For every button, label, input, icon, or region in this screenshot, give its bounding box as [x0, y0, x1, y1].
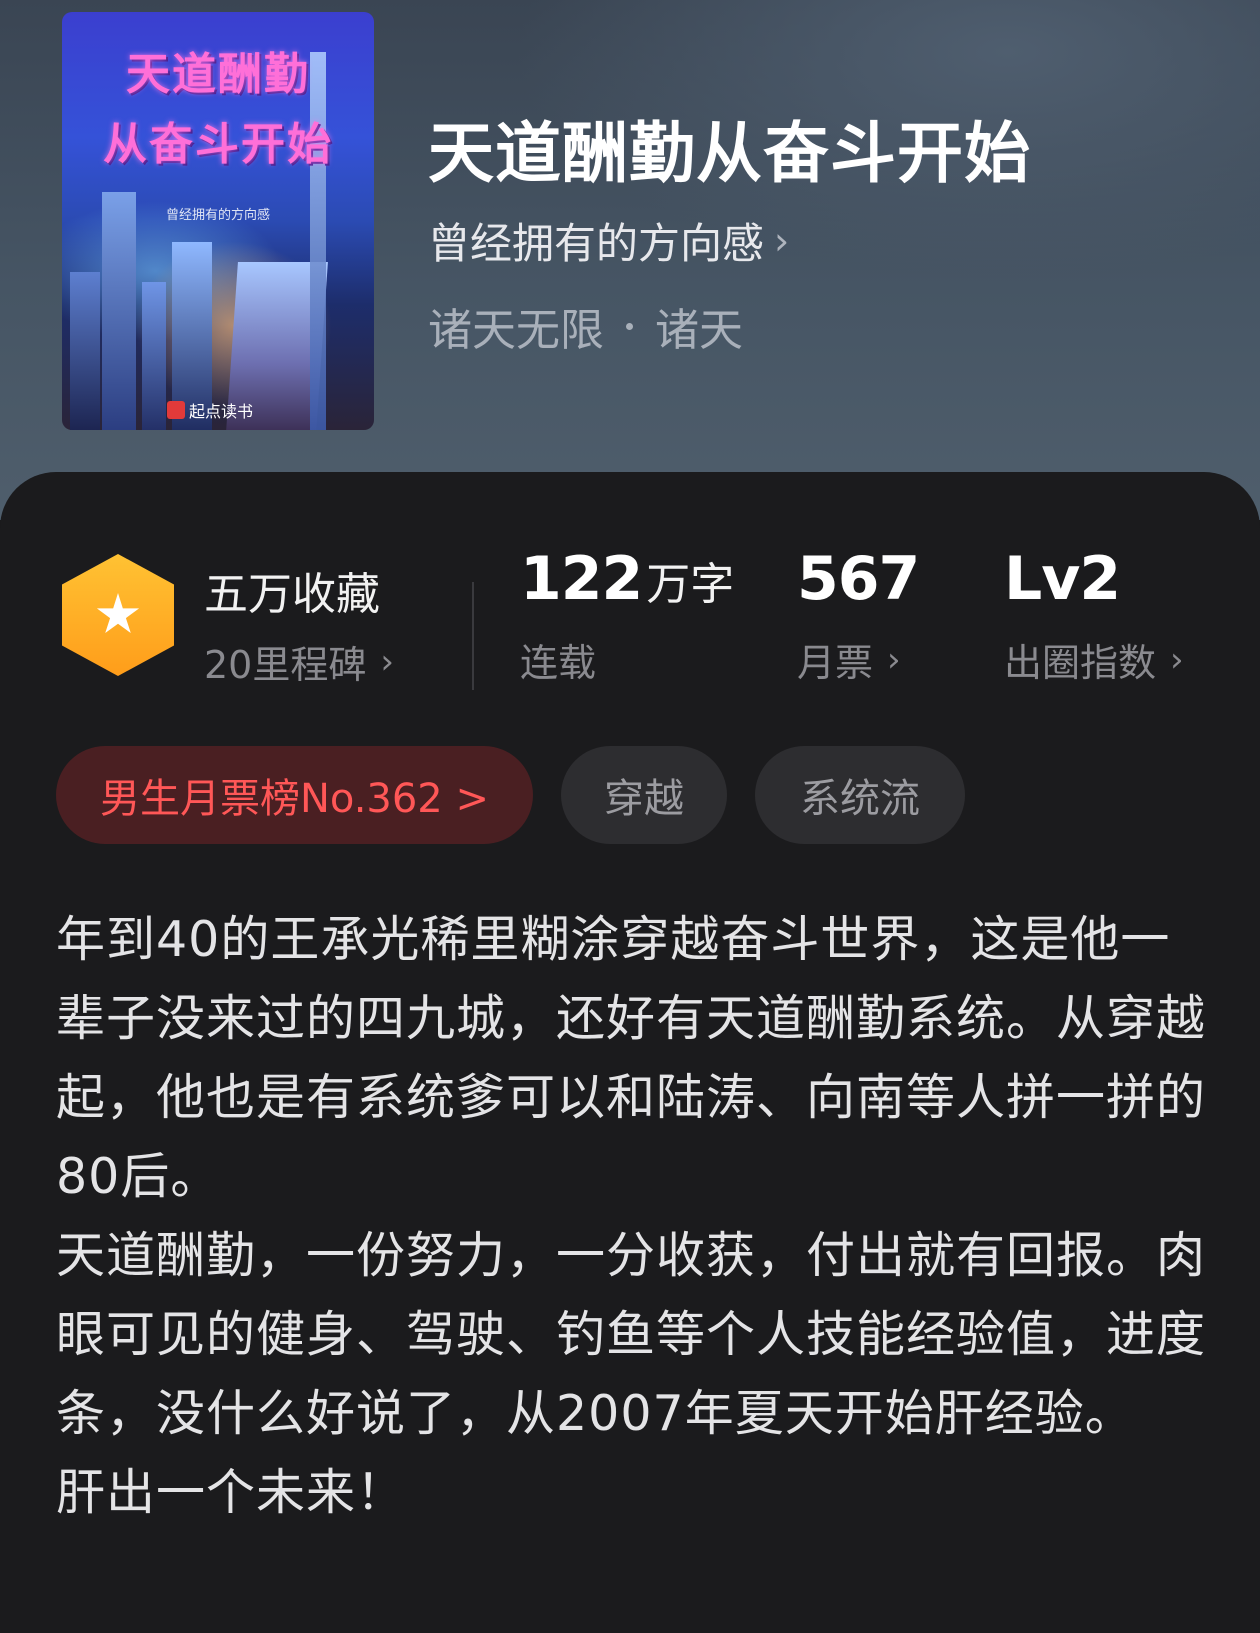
- book-title: 天道酬勤从奋斗开始: [428, 115, 1031, 192]
- subgenre-label[interactable]: 诸天: [655, 294, 743, 358]
- synopsis-paragraph-1: 年到40的王承光稀里糊涂穿越奋斗世界，这是他一辈子没来过的四九城，还好有天道酬勤…: [56, 911, 1207, 1205]
- tag-system[interactable]: 系统流: [754, 746, 965, 844]
- serial-status: 连载: [520, 632, 596, 687]
- genre-row: 诸天无限 诸天: [428, 294, 743, 358]
- influence-link[interactable]: 出圈指数 ›: [1004, 632, 1184, 687]
- separator-dot: [626, 322, 633, 330]
- genre-label[interactable]: 诸天无限: [428, 294, 604, 358]
- chevron-right-icon: ›: [774, 218, 790, 263]
- cover-publisher: 起点读书: [167, 398, 253, 422]
- influence-index: Lv2: [1004, 544, 1121, 614]
- publisher-logo-icon: [167, 401, 185, 419]
- monthly-votes-label: 月票: [797, 641, 874, 685]
- book-cover[interactable]: 天道酬勤 从奋斗开始 曾经拥有的方向感 起点读书: [62, 12, 374, 430]
- collection-title: 五万收藏: [204, 569, 380, 620]
- synopsis[interactable]: 年到40的王承光稀里糊涂穿越奋斗世界，这是他一辈子没来过的四九城，还好有天道酬勤…: [56, 900, 1216, 1532]
- milestone-link[interactable]: 20里程碑 ›: [204, 634, 394, 689]
- book-info-card: 五万收藏 20里程碑 › 122万字 连载 567 月票 › Lv2 出圈指数 …: [0, 472, 1260, 1633]
- cover-publisher-label: 起点读书: [189, 402, 254, 421]
- word-count-value: 122: [520, 544, 643, 614]
- influence-value: Lv2: [1004, 544, 1121, 614]
- book-header: 天道酬勤 从奋斗开始 曾经拥有的方向感 起点读书 天道酬勤从奋斗开始 曾经拥有的…: [0, 0, 1260, 520]
- milestone-label: 20里程碑: [204, 643, 367, 687]
- cover-building: [142, 282, 166, 430]
- hexagon-star-icon: [62, 554, 174, 676]
- synopsis-paragraph-3: 肝出一个未来！: [56, 1464, 407, 1521]
- cover-title-line2: 从奋斗开始: [103, 119, 333, 170]
- author-name: 曾经拥有的方向感: [428, 219, 765, 268]
- author-link[interactable]: 曾经拥有的方向感 ›: [428, 210, 789, 271]
- star-icon: [96, 593, 140, 634]
- monthly-votes-value: 567: [797, 544, 920, 614]
- chevron-right-icon: ›: [1170, 639, 1184, 680]
- synopsis-paragraph-2: 天道酬勤，一份努力，一分收获，付出就有回报。肉眼可见的健身、驾驶、钓鱼等个人技能…: [56, 1227, 1207, 1442]
- tag-time-travel[interactable]: 穿越: [560, 746, 727, 844]
- cover-author: 曾经拥有的方向感: [165, 208, 270, 223]
- influence-label: 出圈指数: [1004, 641, 1157, 685]
- monthly-votes-link[interactable]: 月票 ›: [797, 632, 901, 687]
- word-count-unit: 万字: [646, 559, 735, 610]
- cover-title-line1: 天道酬勤: [126, 49, 310, 100]
- rank-tag[interactable]: 男生月票榜No.362 >: [56, 746, 533, 844]
- monthly-votes: 567: [797, 544, 920, 614]
- chevron-right-icon: ›: [887, 639, 901, 680]
- word-count: 122万字: [520, 544, 734, 614]
- cover-building: [102, 192, 136, 430]
- cover-building: [70, 272, 100, 430]
- stats-divider: [472, 582, 474, 690]
- stats-row: 五万收藏 20里程碑 › 122万字 连载 567 月票 › Lv2 出圈指数 …: [0, 532, 1260, 690]
- chevron-right-icon: ›: [380, 641, 394, 682]
- serial-status-label: 连载: [520, 641, 597, 685]
- tag-row: 男生月票榜No.362 > 穿越 系统流: [56, 746, 965, 844]
